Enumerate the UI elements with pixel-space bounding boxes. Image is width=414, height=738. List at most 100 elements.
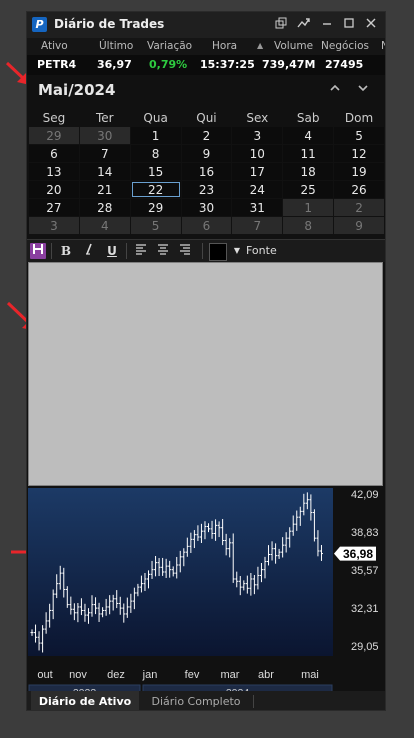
calendar-day[interactable]: 30	[79, 127, 130, 144]
bold-button[interactable]: B	[58, 243, 74, 259]
calendar-day[interactable]: 29	[130, 199, 181, 216]
calendar-day[interactable]: 10	[232, 145, 283, 162]
align-left-icon[interactable]	[133, 243, 149, 259]
restore-window-icon[interactable]	[273, 17, 289, 33]
sort-up-icon: ▲	[257, 41, 264, 50]
chevron-down-icon[interactable]	[357, 82, 369, 98]
calendar-month-label: Mai/2024	[38, 81, 116, 99]
calendar-day[interactable]: 13	[29, 163, 79, 180]
quote-header-row: Ativo Último Variação Hora ▲ Volume Negó…	[27, 38, 385, 55]
x-tick-label: nov	[69, 669, 87, 681]
y-tick-label: 38,83	[351, 527, 379, 539]
calendar-day[interactable]: 6	[29, 145, 79, 162]
tab-asset-journal[interactable]: Diário de Ativo	[31, 691, 139, 710]
weekday-header: Sex	[232, 110, 283, 126]
italic-icon[interactable]	[81, 243, 97, 259]
calendar-day[interactable]: 12	[334, 145, 384, 162]
quote-change: 0,79%	[149, 58, 188, 71]
notes-editor[interactable]	[28, 262, 383, 486]
calendar-day[interactable]: 22	[130, 181, 181, 198]
x-tick-label: out	[37, 669, 52, 681]
calendar-day[interactable]: 11	[283, 145, 334, 162]
calendar-grid: Seg Ter Qua Qui Sex Sab Dom 29 30 1 2 3 4 5 6 7 8 9 10 11 1…	[28, 109, 385, 235]
font-color-swatch[interactable]	[209, 243, 227, 261]
trend-chart-icon[interactable]	[295, 17, 311, 33]
toolbar-divider	[126, 243, 127, 259]
weekday-header: Dom	[334, 110, 384, 126]
title-bar[interactable]: P Diário de Trades	[27, 12, 385, 38]
calendar-day[interactable]: 9	[181, 145, 232, 162]
calendar-day[interactable]: 29	[29, 127, 79, 144]
calendar-day[interactable]: 2	[181, 127, 232, 144]
x-tick-label: mai	[301, 669, 319, 681]
save-icon[interactable]	[30, 243, 46, 259]
calendar-day[interactable]: 18	[283, 163, 334, 180]
calendar-day[interactable]: 2	[334, 199, 384, 216]
x-tick-label: jan	[142, 669, 158, 681]
header-volume[interactable]: Volume	[274, 40, 313, 52]
editor-toolbar: B U ▼ Fonte	[27, 239, 385, 262]
underline-button[interactable]: U	[104, 243, 120, 259]
calendar-day[interactable]: 4	[283, 127, 334, 144]
calendar-day[interactable]: 23	[181, 181, 232, 198]
tab-divider	[253, 695, 254, 708]
calendar-day[interactable]: 8	[283, 217, 334, 234]
font-dropdown[interactable]: Fonte	[246, 244, 277, 257]
calendar-day[interactable]: 16	[181, 163, 232, 180]
calendar-day[interactable]: 20	[29, 181, 79, 198]
header-change[interactable]: Variação	[147, 40, 192, 52]
close-icon[interactable]	[363, 17, 379, 33]
calendar-day[interactable]: 25	[283, 181, 334, 198]
calendar-day[interactable]: 5	[334, 127, 384, 144]
y-tick-label: 42,09	[351, 489, 379, 501]
tab-full-journal[interactable]: Diário Completo	[141, 691, 251, 710]
chevron-up-icon[interactable]	[329, 82, 341, 98]
header-asset[interactable]: Ativo	[41, 40, 68, 52]
x-tick-label: dez	[107, 669, 125, 681]
window-title: Diário de Trades	[54, 17, 165, 31]
minimize-icon[interactable]	[319, 17, 335, 33]
dropdown-arrow-icon[interactable]: ▼	[229, 243, 245, 259]
calendar-day[interactable]: 9	[334, 217, 384, 234]
maximize-icon[interactable]	[341, 17, 357, 33]
y-tick-label: 35,57	[351, 565, 379, 577]
weekday-header: Qua	[130, 110, 181, 126]
calendar-day[interactable]: 30	[181, 199, 232, 216]
calendar-day[interactable]: 4	[79, 217, 130, 234]
price-chart[interactable]: 42,09 38,83 35,57 32,31 29,05 out nov dez jan fe…	[28, 488, 384, 691]
calendar-day[interactable]: 14	[79, 163, 130, 180]
calendar-day[interactable]: 1	[283, 199, 334, 216]
calendar-day[interactable]: 7	[232, 217, 283, 234]
calendar-day[interactable]: 7	[79, 145, 130, 162]
calendar-day[interactable]: 3	[232, 127, 283, 144]
x-tick-label: abr	[258, 669, 274, 681]
calendar-day[interactable]: 8	[130, 145, 181, 162]
calendar-day[interactable]: 24	[232, 181, 283, 198]
calendar-day[interactable]: 17	[232, 163, 283, 180]
calendar-day[interactable]: 27	[29, 199, 79, 216]
calendar-day[interactable]: 5	[130, 217, 181, 234]
calendar-day[interactable]: 21	[79, 181, 130, 198]
calendar-day[interactable]: 15	[130, 163, 181, 180]
header-last[interactable]: Último	[99, 40, 133, 52]
app-logo-icon: P	[32, 17, 47, 32]
quote-row[interactable]: PETR4 36,97 0,79% 15:37:25 739,47M 27495	[27, 55, 385, 75]
calendar-day[interactable]: 19	[334, 163, 384, 180]
calendar-day[interactable]: 3	[29, 217, 79, 234]
y-tick-label: 32,31	[351, 603, 379, 615]
quote-trades: 27495	[325, 58, 364, 71]
header-time[interactable]: Hora	[212, 40, 237, 52]
toolbar-divider	[202, 243, 203, 259]
calendar-day[interactable]: 28	[79, 199, 130, 216]
header-trades[interactable]: Negócios	[321, 40, 369, 52]
x-tick-label: mar	[221, 669, 240, 681]
calendar-day[interactable]: 31	[232, 199, 283, 216]
align-center-icon[interactable]	[155, 243, 171, 259]
calendar-day[interactable]: 6	[181, 217, 232, 234]
weekday-header: Seg	[29, 110, 79, 126]
calendar-day[interactable]: 26	[334, 181, 384, 198]
header-n[interactable]: N	[381, 40, 385, 52]
x-tick-label: fev	[185, 669, 200, 681]
calendar-day[interactable]: 1	[130, 127, 181, 144]
align-right-icon[interactable]	[177, 243, 193, 259]
